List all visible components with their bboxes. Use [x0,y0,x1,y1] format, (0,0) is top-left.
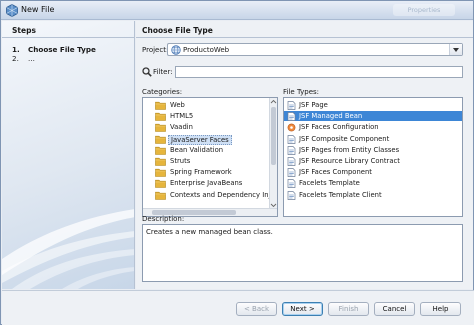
new-file-dialog: New File Properties Steps 1. Choose File … [0,0,474,325]
step-number: 1. [12,45,20,54]
file-type-item[interactable]: JSF Page [284,100,462,110]
file-type-item[interactable]: JSF Managed Bean [284,111,462,122]
step-label: Choose File Type [28,45,96,54]
category-label: Web [170,101,185,109]
help-button[interactable]: Help [420,302,461,316]
file-type-label: JSF Faces Configuration [299,123,379,132]
file-type-label: JSF Page [299,101,328,109]
category-label: Bean Validation [170,145,224,154]
web-project-icon [171,45,181,55]
categories-label: Categories: [142,88,183,96]
back-button[interactable]: < Back [236,302,277,316]
file-type-item[interactable]: Facelets Template [284,178,462,189]
category-label: Vaadin [170,123,193,132]
filter-label: Filter: [153,68,173,76]
categories-vertical-scrollbar[interactable] [269,98,277,209]
file-types-list[interactable]: JSF Page JSF Managed Bean JSF Faces Config… [283,97,463,217]
category-item[interactable]: Enterprise JavaBeans [143,178,270,189]
scroll-up-icon[interactable] [270,98,277,106]
categories-tree[interactable]: Web HTML5 Vaadin JavaServer Faces Bean Valid… [142,97,278,217]
file-type-label: Facelets Template Client [299,190,382,199]
content-panel: Choose File Type Project: ProductoWeb Fi… [136,21,473,289]
categories-scroll-thumb[interactable] [271,107,276,165]
window-title: New File [21,5,55,14]
steps-panel: Steps 1. Choose File Type 2.... [2,21,135,289]
category-label: HTML5 [170,112,194,121]
file-type-label: Facelets Template [299,179,360,188]
category-label: Struts [170,157,191,165]
category-item[interactable]: Struts [143,156,270,166]
category-item[interactable]: Vaadin [143,122,270,133]
file-type-label: JSF Faces Component [299,168,372,177]
step-number: 2. [12,54,19,63]
file-type-item[interactable]: JSF Composite Component [284,134,462,144]
category-label: Enterprise JavaBeans [170,179,243,188]
steps-header: Steps [2,21,134,38]
file-type-item[interactable]: JSF Faces Configuration [284,122,462,132]
filter-input[interactable] [175,66,463,78]
step-choose-file-type: 1. Choose File Type [12,45,96,54]
project-label: Project: [142,46,169,54]
category-label: Contexts and Dependency Inj [170,190,271,199]
category-label: JavaServer Faces [168,134,232,145]
button-bar: < Back Next > Finish Cancel Help [2,290,474,325]
step-label: ... [28,54,35,63]
category-item[interactable]: HTML5 [143,111,270,121]
category-item[interactable]: JavaServer Faces [143,134,270,145]
category-item[interactable]: Spring Framework [143,167,270,177]
file-type-label: JSF Resource Library Contract [299,157,400,165]
description-box: Creates a new managed bean class. [142,224,463,282]
category-label: Spring Framework [170,168,232,177]
file-type-label: JSF Pages from Entity Classes [299,145,400,154]
decorative-swoosh-graphic [2,209,134,289]
step-next: 2.... [12,54,35,63]
file-icon [287,190,296,202]
folder-icon [155,191,166,202]
category-item[interactable]: Contexts and Dependency Inj [143,190,270,200]
finish-button[interactable]: Finish [328,302,369,316]
file-type-item[interactable]: JSF Pages from Entity Classes [284,145,462,155]
title-bar[interactable]: New File Properties [1,1,473,20]
search-icon [142,67,152,77]
file-type-item[interactable]: Facelets Template Client [284,190,462,200]
file-type-item[interactable]: JSF Faces Component [284,167,462,178]
netbeans-app-icon [6,4,18,17]
cancel-button[interactable]: Cancel [374,302,415,316]
project-dropdown-button[interactable] [449,44,462,55]
description-label: Description: [142,215,185,223]
chevron-down-icon [453,48,459,52]
project-value: ProductoWeb [183,46,230,54]
file-type-label: JSF Managed Bean [299,112,363,121]
background-window-title: Properties [393,4,455,16]
file-type-item[interactable]: JSF Resource Library Contract [284,156,462,166]
category-item[interactable]: Bean Validation [143,145,270,155]
file-types-label: File Types: [283,88,320,96]
project-combobox[interactable]: ProductoWeb [167,43,463,56]
category-item[interactable]: Web [143,100,270,110]
file-type-label: JSF Composite Component [299,134,390,143]
content-header: Choose File Type [136,21,473,38]
next-button[interactable]: Next > [282,302,323,316]
